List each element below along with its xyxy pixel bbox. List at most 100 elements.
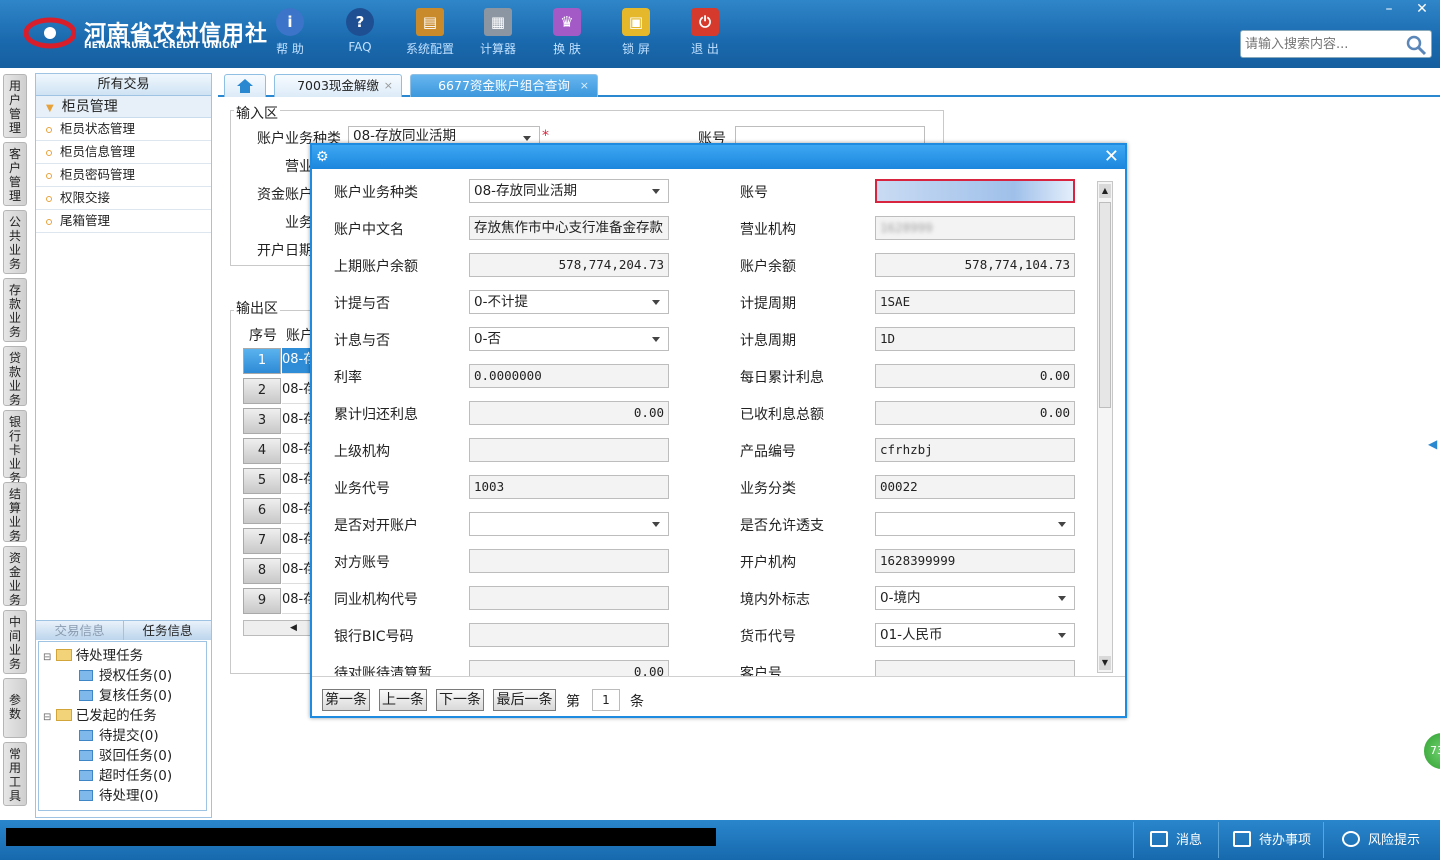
- vtab-card[interactable]: 银行卡业务: [3, 410, 27, 485]
- vtab-customer[interactable]: 客户管理: [3, 142, 27, 206]
- first-record-button[interactable]: 第一条: [322, 689, 370, 711]
- field-input[interactable]: [469, 549, 669, 573]
- field-input[interactable]: 1D: [875, 327, 1075, 351]
- table-row[interactable]: 7: [243, 528, 281, 554]
- expand-panel-icon[interactable]: ◀: [1428, 437, 1437, 451]
- field-select[interactable]: 0-境内: [875, 586, 1075, 610]
- tree-node-reject[interactable]: 驳回任务(0): [79, 744, 172, 764]
- vtab-fund[interactable]: 资金业务: [3, 546, 27, 607]
- page-number-input[interactable]: 1: [592, 689, 620, 711]
- chat-bubble-icon: [1342, 831, 1360, 847]
- dialog-close-button[interactable]: ✕: [1104, 146, 1119, 167]
- field-input[interactable]: [469, 438, 669, 462]
- field-select[interactable]: [875, 512, 1075, 536]
- menu-item-handover[interactable]: 权限交接: [36, 187, 211, 210]
- skin-button[interactable]: ♛ 换 肤: [535, 8, 599, 57]
- field-input[interactable]: 0.00: [875, 364, 1075, 388]
- tab-fund-account-query[interactable]: 6677资金账户组合查询 ×: [410, 74, 598, 97]
- menu-item-info[interactable]: 柜员信息管理: [36, 141, 211, 164]
- menu-item-status[interactable]: 柜员状态管理: [36, 118, 211, 141]
- vtab-settlement[interactable]: 结算业务: [3, 482, 27, 543]
- help-button[interactable]: i帮 助: [258, 8, 322, 57]
- field-label: 累计归还利息: [334, 407, 418, 423]
- tree-node-submit[interactable]: 待提交(0): [79, 724, 159, 744]
- table-row[interactable]: 2: [243, 378, 281, 404]
- field-label: 利率: [334, 370, 362, 386]
- field-select[interactable]: [469, 512, 669, 536]
- field-input[interactable]: 0.00: [469, 401, 669, 425]
- table-row[interactable]: 1: [243, 348, 281, 374]
- scroll-up-icon[interactable]: ▲: [1099, 184, 1111, 198]
- menu-item-password[interactable]: 柜员密码管理: [36, 164, 211, 187]
- vertical-scrollbar[interactable]: ▲ ▼: [1097, 181, 1113, 673]
- vtab-user[interactable]: 用户管理: [3, 74, 27, 138]
- calculator-button[interactable]: ▦ 计算器: [466, 8, 530, 57]
- field-input[interactable]: [469, 623, 669, 647]
- table-row[interactable]: 5: [243, 468, 281, 494]
- menu-group-teller[interactable]: ▼ 柜员管理: [36, 96, 211, 118]
- tab-trade-info[interactable]: 交易信息: [36, 621, 123, 640]
- vtab-middle[interactable]: 中间业务: [3, 610, 27, 674]
- field-input[interactable]: [469, 586, 669, 610]
- field-input[interactable]: 0.00: [469, 660, 669, 676]
- last-record-button[interactable]: 最后一条: [493, 689, 556, 711]
- scroll-down-icon[interactable]: ▼: [1099, 656, 1111, 670]
- table-row[interactable]: 9: [243, 588, 281, 614]
- faq-button[interactable]: ? FAQ: [328, 8, 392, 54]
- field-label: 货币代号: [740, 629, 796, 645]
- field-input[interactable]: 存放焦作市中心支行准备金存款: [469, 216, 669, 240]
- field-input[interactable]: 0.0000000: [469, 364, 669, 388]
- field-input[interactable]: 578,774,204.73: [469, 253, 669, 277]
- notification-badge[interactable]: 73: [1422, 731, 1440, 771]
- config-button[interactable]: ▤ 系统配置: [398, 8, 462, 57]
- vtab-tools[interactable]: 常用工具: [3, 742, 27, 806]
- table-row[interactable]: 3: [243, 408, 281, 434]
- field-input[interactable]: 1628399999: [875, 549, 1075, 573]
- exit-button[interactable]: ⏻ 退 出: [673, 8, 737, 57]
- tab-close-icon[interactable]: ×: [580, 75, 589, 96]
- field-input[interactable]: 00022: [875, 475, 1075, 499]
- search-input[interactable]: [1241, 31, 1401, 57]
- tab-home[interactable]: [224, 74, 266, 97]
- menu-item-cashbox[interactable]: 尾箱管理: [36, 210, 211, 233]
- tree-node-review[interactable]: 复核任务(0): [79, 684, 172, 704]
- tree-node-todo[interactable]: 待处理(0): [79, 784, 159, 804]
- vtab-public[interactable]: 公共业务: [3, 210, 27, 274]
- messages-button[interactable]: 消息: [1150, 829, 1202, 848]
- field-select[interactable]: 01-人民币: [875, 623, 1075, 647]
- tab-close-icon[interactable]: ×: [384, 75, 393, 96]
- field-select[interactable]: 0-不计提: [469, 290, 669, 314]
- tree-node-pending[interactable]: ⊟ 待处理任务: [43, 644, 143, 664]
- risk-button[interactable]: 风险提示: [1342, 829, 1420, 848]
- next-record-button[interactable]: 下一条: [436, 689, 484, 711]
- field-input[interactable]: 1003: [469, 475, 669, 499]
- field-select[interactable]: 0-否: [469, 327, 669, 351]
- vtab-loan[interactable]: 贷款业务: [3, 346, 27, 407]
- tree-node-launched[interactable]: ⊟ 已发起的任务: [43, 704, 157, 724]
- tree-node-auth[interactable]: 授权任务(0): [79, 664, 172, 684]
- todo-button[interactable]: 待办事项: [1233, 829, 1311, 848]
- search-icon[interactable]: [1405, 34, 1427, 56]
- field-input[interactable]: [875, 660, 1075, 676]
- field-input[interactable]: 0.00: [875, 401, 1075, 425]
- tab-task-info[interactable]: 任务信息: [123, 621, 211, 640]
- window-close-button[interactable]: ✕: [1405, 0, 1439, 18]
- tree-node-timeout[interactable]: 超时任务(0): [79, 764, 172, 784]
- lock-button[interactable]: ▣ 锁 屏: [604, 8, 668, 57]
- field-input[interactable]: cfrhzbj: [875, 438, 1075, 462]
- vtab-deposit[interactable]: 存款业务: [3, 278, 27, 342]
- prev-record-button[interactable]: 上一条: [379, 689, 427, 711]
- field-input[interactable]: [875, 179, 1075, 203]
- horizontal-scrollbar[interactable]: ◀: [243, 620, 313, 636]
- field-input[interactable]: 578,774,104.73: [875, 253, 1075, 277]
- field-input[interactable]: 1628999: [875, 216, 1075, 240]
- table-row[interactable]: 6: [243, 498, 281, 524]
- table-row[interactable]: 8: [243, 558, 281, 584]
- table-row[interactable]: 4: [243, 438, 281, 464]
- field-select[interactable]: 08-存放同业活期: [469, 179, 669, 203]
- scroll-thumb[interactable]: [1099, 202, 1111, 408]
- vtab-param[interactable]: 参数: [3, 678, 27, 738]
- field-input[interactable]: 1SAE: [875, 290, 1075, 314]
- tab-cash-deposit[interactable]: 7003现金解缴 ×: [274, 74, 402, 97]
- minimize-button[interactable]: –: [1372, 0, 1406, 18]
